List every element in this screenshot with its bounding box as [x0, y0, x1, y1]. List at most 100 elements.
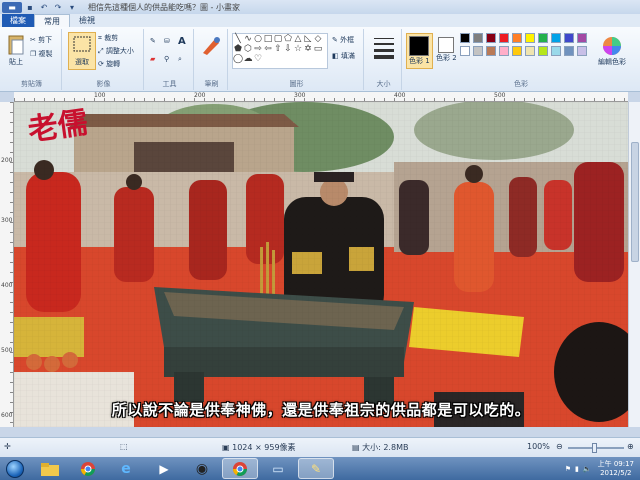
palette-swatch[interactable] [486, 33, 496, 43]
zoom-in-button[interactable]: ⊕ [627, 442, 634, 451]
crop-button[interactable]: ⌗ 裁剪 [98, 33, 118, 43]
up-arrow-shape-icon[interactable]: ⇧ [273, 44, 283, 54]
down-arrow-shape-icon[interactable]: ⇩ [283, 44, 293, 54]
palette-swatch[interactable] [577, 46, 587, 56]
taskbar-chrome[interactable] [70, 458, 106, 479]
tab-file[interactable]: 檔案 [2, 14, 34, 27]
fill-tool[interactable]: ⛁ [164, 37, 170, 45]
zoom-slider[interactable] [568, 443, 624, 453]
resize-button[interactable]: ⤢ 調整大小 [98, 46, 134, 56]
curve-shape-icon[interactable]: ∿ [243, 34, 253, 44]
star6-shape-icon[interactable]: ✡ [303, 44, 313, 54]
redo-icon[interactable]: ↷ [52, 2, 64, 13]
copy-label: 複製 [38, 50, 53, 58]
palette-swatch[interactable] [525, 46, 535, 56]
palette-swatch[interactable] [512, 46, 522, 56]
taskbar-chrome-2[interactable] [222, 458, 258, 479]
color2-button[interactable]: 色彩 2 [436, 37, 457, 63]
heart-shape-icon[interactable]: ♡ [253, 54, 263, 64]
vertical-scroll-thumb[interactable] [631, 142, 639, 262]
palette-swatch[interactable] [564, 46, 574, 56]
line-shape-icon[interactable]: ╲ [233, 34, 243, 44]
taskbar-media[interactable]: ▶ [146, 458, 182, 479]
network-icon[interactable]: ▮ [575, 465, 579, 473]
chrome-icon [233, 461, 247, 476]
palette-swatch[interactable] [551, 33, 561, 43]
fill-label: 填滿 [340, 52, 355, 60]
right-arrow-shape-icon[interactable]: ⇨ [253, 44, 263, 54]
polygon-shape-icon[interactable]: ⬠ [283, 34, 293, 44]
brushes-group-label: 筆刷 [204, 80, 219, 88]
fill-button[interactable]: ◧ 填滿 [332, 51, 355, 61]
palette-swatch[interactable] [551, 46, 561, 56]
taskbar-window[interactable]: ▭ [260, 458, 296, 479]
oval-shape-icon[interactable]: ○ [253, 34, 263, 44]
palette-swatch[interactable] [473, 33, 483, 43]
vertical-scrollbar[interactable] [628, 102, 640, 427]
zoom-out-button[interactable]: ⊖ [556, 442, 563, 451]
size-group: 大小 [366, 29, 402, 90]
taskbar-explorer[interactable] [32, 458, 68, 479]
callout-shape-icon[interactable]: ▭ [313, 44, 323, 54]
flag-icon[interactable]: ⚑ [565, 465, 571, 473]
tab-view[interactable]: 檢視 [70, 14, 104, 27]
eraser-tool[interactable]: ▰ [150, 55, 155, 63]
outline-button[interactable]: ✎ 外框 [332, 35, 354, 45]
taskbar-paint[interactable]: ✎ [298, 458, 334, 479]
palette-swatch[interactable] [577, 33, 587, 43]
taskbar-ie[interactable]: e [108, 458, 144, 479]
shapes-gallery[interactable]: ╲ ∿ ○ □ ▢ ⬠ △ ◺ ◇ ⬟ ⬡ ⇨ ⇦ ⇧ ⇩ ☆ ✡ ▭ ◯ ☁ … [232, 33, 328, 69]
oval-callout-shape-icon[interactable]: ◯ [233, 54, 243, 64]
quick-access-dropdown-icon[interactable]: ▾ [66, 2, 78, 13]
clipboard-group-label: 剪貼簿 [21, 80, 42, 88]
cut-button[interactable]: ✂ 剪下 [30, 35, 52, 45]
text-tool-icon: A [178, 36, 186, 47]
subtitle-caption: 所以說不論是供奉神佛，還是供奉祖宗的供品都是可以吃的。 [111, 401, 531, 419]
undo-icon[interactable]: ↶ [38, 2, 50, 13]
text-tool[interactable]: A [178, 36, 186, 47]
save-icon[interactable]: ▪ [24, 2, 36, 13]
color-picker-tool[interactable]: ⚲ [164, 55, 169, 63]
palette-swatch[interactable] [564, 33, 574, 43]
start-button[interactable] [0, 458, 30, 480]
cloud-callout-shape-icon[interactable]: ☁ [243, 54, 253, 64]
star-shape-icon[interactable]: ☆ [293, 44, 303, 54]
palette-swatch[interactable] [460, 33, 470, 43]
palette-swatch[interactable] [499, 46, 509, 56]
size-button[interactable] [372, 35, 396, 59]
palette-swatch[interactable] [486, 46, 496, 56]
triangle-shape-icon[interactable]: △ [293, 34, 303, 44]
magnifier-tool[interactable]: ⌕ [178, 55, 182, 64]
color-wheel-icon [603, 37, 621, 55]
diamond-shape-icon[interactable]: ◇ [313, 34, 323, 44]
right-triangle-shape-icon[interactable]: ◺ [303, 34, 313, 44]
palette-swatch[interactable] [499, 33, 509, 43]
palette-swatch[interactable] [525, 33, 535, 43]
color1-button[interactable]: 色彩 1 [406, 33, 433, 69]
hexagon-shape-icon[interactable]: ⬡ [243, 44, 253, 54]
volume-icon[interactable]: 🔈 [583, 465, 592, 473]
paste-button[interactable]: 貼上 [6, 33, 26, 67]
rounded-rectangle-shape-icon[interactable]: ▢ [273, 34, 283, 44]
palette-swatch[interactable] [538, 46, 548, 56]
tab-home[interactable]: 常用 [34, 14, 70, 27]
palette-swatch[interactable] [473, 46, 483, 56]
left-arrow-shape-icon[interactable]: ⇦ [263, 44, 273, 54]
drawing-canvas[interactable]: 老儒 所以說不論是供奉神佛，還是供奉祖宗的供品都是可以吃的。 [14, 102, 628, 427]
zoom-slider-thumb[interactable] [592, 443, 597, 453]
pencil-tool[interactable]: ✎ [150, 37, 156, 45]
edit-colors-button[interactable]: 編輯色彩 [598, 35, 626, 67]
taskbar-app-dark[interactable]: ◉ [184, 458, 220, 479]
select-button[interactable]: 選取 [68, 32, 96, 70]
palette-swatch[interactable] [460, 46, 470, 56]
palette-swatch[interactable] [512, 33, 522, 43]
ribbon: 貼上 ✂ 剪下 ❐ 複製 剪貼簿 選取 ⌗ 裁剪 ⤢ 調整大小 ⟳ 旋轉 影像 … [0, 27, 640, 92]
pentagon-shape-icon[interactable]: ⬟ [233, 44, 243, 54]
rectangle-shape-icon[interactable]: □ [263, 34, 273, 44]
rotate-button[interactable]: ⟳ 旋轉 [98, 59, 120, 69]
clock[interactable]: 上午 09:17 2012/5/2 [598, 460, 634, 478]
brushes-button[interactable] [199, 33, 223, 57]
copy-button[interactable]: ❐ 複製 [30, 49, 53, 59]
palette-swatch[interactable] [538, 33, 548, 43]
paint-app-menu-button[interactable]: ▬ [2, 1, 22, 13]
